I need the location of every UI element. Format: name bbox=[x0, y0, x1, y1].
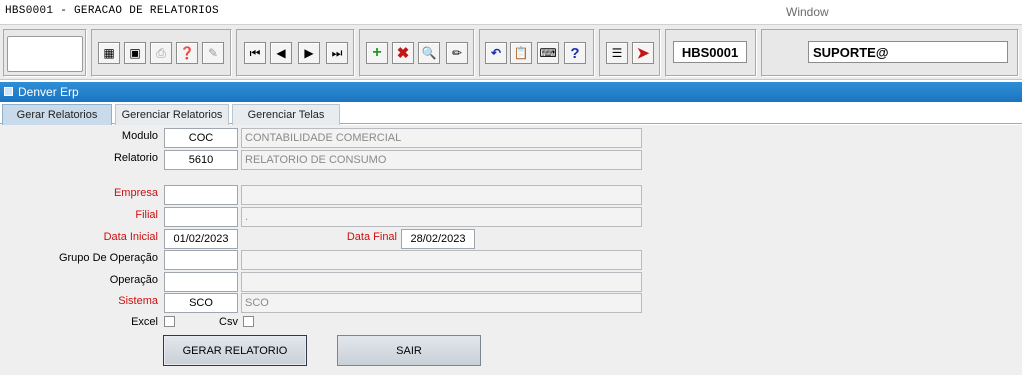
data-inicial-label: Data Inicial bbox=[103, 231, 158, 243]
sistema-label: Sistema bbox=[118, 295, 158, 307]
sistema-code-input[interactable]: SCO bbox=[164, 293, 238, 313]
operacao-code-input[interactable] bbox=[164, 272, 238, 292]
filial-description: . bbox=[241, 207, 642, 227]
data-final-label: Data Final bbox=[346, 231, 397, 243]
empresa-description bbox=[241, 185, 642, 205]
grupo-operacao-description bbox=[241, 250, 642, 270]
query-icon[interactable]: ❓ bbox=[176, 42, 198, 64]
print-icon[interactable]: ⎙ bbox=[150, 42, 172, 64]
menu-icon[interactable]: ☰ bbox=[606, 42, 628, 64]
undo-icon[interactable]: ↶ bbox=[485, 42, 507, 64]
save-icon[interactable]: ▦ bbox=[98, 42, 120, 64]
grupo-operacao-label: Grupo De Operação bbox=[58, 252, 158, 264]
csv-checkbox[interactable] bbox=[243, 316, 254, 327]
app-bar: Denver Erp bbox=[0, 82, 1022, 102]
modulo-code-input[interactable]: COC bbox=[164, 128, 238, 148]
delete-icon[interactable]: ✖ bbox=[392, 42, 414, 64]
user-field: SUPORTE@ bbox=[808, 41, 1008, 63]
logo-box bbox=[7, 36, 83, 72]
sistema-description: SCO bbox=[241, 293, 642, 313]
csv-label: Csv bbox=[219, 316, 238, 328]
tab-gerar-relatorios[interactable]: Gerar Relatorios bbox=[2, 104, 112, 125]
sair-button[interactable]: SAIR bbox=[337, 335, 481, 366]
form-code: HBS0001 bbox=[673, 41, 747, 63]
filial-code-input[interactable] bbox=[164, 207, 238, 227]
first-icon[interactable]: ⏮ bbox=[244, 42, 266, 64]
relatorio-label: Relatorio bbox=[113, 152, 158, 164]
window-title: HBS0001 - GERACAO DE RELATORIOS bbox=[5, 5, 219, 17]
prev-icon[interactable]: ◀ bbox=[270, 42, 292, 64]
help-icon[interactable]: ? bbox=[564, 42, 586, 64]
grupo-operacao-code-input[interactable] bbox=[164, 250, 238, 270]
toolbar: ▦ ▣ ⎙ ❓ ✎ ⏮ ◀ ▶ ⏭ + ✖ 🔍 ✏ ↶ 📋 ⌨ ? ☰ ➤ HB… bbox=[0, 24, 1022, 80]
screen-icon[interactable]: ▣ bbox=[124, 42, 146, 64]
modulo-description: CONTABILIDADE COMERCIAL bbox=[241, 128, 642, 148]
add-icon[interactable]: + bbox=[366, 42, 388, 64]
clipboard-icon[interactable]: 📋 bbox=[510, 42, 532, 64]
keys-icon[interactable]: ⌨ bbox=[537, 42, 559, 64]
data-inicial-input[interactable]: 01/02/2023 bbox=[164, 229, 238, 249]
window-menu[interactable]: Window bbox=[786, 5, 829, 19]
gerar-relatorio-button[interactable]: GERAR RELATORIO bbox=[163, 335, 307, 366]
app-title: Denver Erp bbox=[18, 85, 79, 99]
title-bar: HBS0001 - GERACAO DE RELATORIOS Window bbox=[0, 0, 1022, 24]
toolbar-group-logo bbox=[3, 29, 87, 77]
operacao-label: Operação bbox=[109, 274, 158, 286]
exit-icon[interactable]: ➤ bbox=[632, 42, 654, 64]
edit-icon[interactable]: ✎ bbox=[202, 42, 224, 64]
tab-bar: Gerar Relatorios Gerenciar Relatorios Ge… bbox=[0, 104, 1022, 125]
relatorio-code-input[interactable]: 5610 bbox=[164, 150, 238, 170]
app-icon bbox=[4, 87, 13, 96]
data-final-input[interactable]: 28/02/2023 bbox=[401, 229, 475, 249]
last-icon[interactable]: ⏭ bbox=[326, 42, 348, 64]
empresa-label: Empresa bbox=[113, 187, 158, 199]
tab-gerenciar-relatorios[interactable]: Gerenciar Relatorios bbox=[115, 104, 229, 125]
tab-gerenciar-telas[interactable]: Gerenciar Telas bbox=[232, 104, 340, 125]
report-form: Modulo COC CONTABILIDADE COMERCIAL Relat… bbox=[0, 125, 1022, 375]
modulo-label: Modulo bbox=[121, 130, 158, 142]
next-icon[interactable]: ▶ bbox=[298, 42, 320, 64]
relatorio-description: RELATORIO DE CONSUMO bbox=[241, 150, 642, 170]
search-icon[interactable]: 🔍 bbox=[418, 42, 440, 64]
clear-icon[interactable]: ✏ bbox=[446, 42, 468, 64]
filial-label: Filial bbox=[135, 209, 158, 221]
empresa-code-input[interactable] bbox=[164, 185, 238, 205]
operacao-description bbox=[241, 272, 642, 292]
